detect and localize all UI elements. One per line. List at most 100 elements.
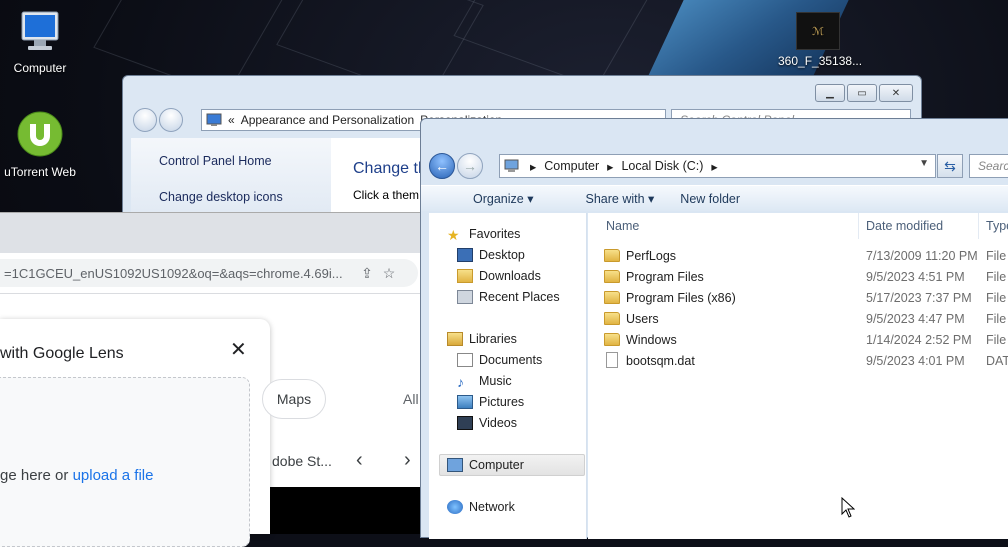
nav-documents[interactable]: Documents — [457, 353, 543, 367]
desktop-icon-image[interactable]: ℳ 360_F_35138... — [778, 12, 863, 68]
chrome-window[interactable]: =1C1GCEU_enUS1092US1092&oq=&aqs=chrome.4… — [0, 212, 422, 547]
row-date: 5/17/2023 7:37 PM — [866, 290, 972, 305]
link-control-panel-home[interactable]: Control Panel Home — [159, 154, 272, 168]
address-text[interactable]: =1C1GCEU_enUS1092US1092&oq=&aqs=chrome.4… — [4, 266, 356, 281]
column-header-name[interactable]: Name — [606, 219, 639, 233]
desktop-icon-label: uTorrent Web — [4, 165, 76, 179]
nav-downloads-label: Downloads — [479, 269, 541, 283]
close-icon: ✕ — [891, 87, 901, 99]
nav-videos[interactable]: Videos — [457, 416, 517, 430]
all-chip[interactable]: All — [403, 391, 419, 407]
close-icon[interactable]: ✕ — [230, 337, 247, 362]
organize-label: Organize — [473, 192, 524, 206]
explorer-window[interactable]: ← → ▸ Computer ▸ Local Disk (C:) ▸ ▼ ⇆ S… — [420, 118, 1008, 539]
chevron-right-icon[interactable]: ▸ — [530, 159, 536, 174]
nav-desktop[interactable]: Desktop — [457, 248, 525, 262]
google-lens-dialog: with Google Lens ✕ ge here or upload a f… — [0, 319, 270, 547]
row-name: Users — [626, 311, 659, 326]
row-name: Program Files (x86) — [626, 290, 736, 305]
chevron-right-icon[interactable]: ▸ — [711, 159, 717, 174]
lens-drop-zone[interactable] — [0, 377, 250, 547]
folder-icon — [604, 291, 620, 304]
forward-arrow-icon[interactable]: → — [457, 153, 483, 179]
row-type: File — [986, 332, 1007, 347]
share-icon[interactable]: ⇪ — [356, 265, 378, 282]
documents-icon — [457, 353, 473, 367]
explorer-nav-buttons: ← → — [429, 153, 483, 179]
forward-button[interactable] — [159, 108, 183, 132]
image-thumbnail-icon: ℳ — [796, 12, 840, 50]
nav-libraries[interactable]: Libraries — [447, 332, 517, 346]
chevron-right-icon[interactable]: › — [404, 449, 411, 472]
back-button[interactable] — [133, 108, 157, 132]
nav-pictures[interactable]: Pictures — [457, 395, 524, 409]
link-change-desktop-icons[interactable]: Change desktop icons — [159, 190, 283, 204]
upload-file-link[interactable]: upload a file — [73, 467, 154, 484]
share-with-label: Share with — [585, 192, 645, 206]
column-divider[interactable] — [978, 213, 979, 239]
desktop-icon — [457, 248, 473, 262]
control-panel-icon — [206, 113, 222, 126]
nav-recent-places[interactable]: Recent Places — [457, 290, 560, 304]
close-button[interactable]: ✕ — [879, 84, 913, 102]
chevron-down-icon[interactable]: ▼ — [919, 158, 929, 169]
table-row[interactable]: PerfLogs 7/13/2009 11:20 PM File — [604, 245, 1008, 266]
videos-icon — [457, 416, 473, 430]
row-type: File — [986, 248, 1007, 263]
column-header-date[interactable]: Date modified — [866, 219, 943, 233]
explorer-search-input[interactable]: Searc — [969, 154, 1008, 178]
column-divider[interactable] — [858, 213, 859, 239]
nav-music[interactable]: ♪ Music — [457, 374, 512, 390]
row-name: bootsqm.dat — [626, 353, 695, 368]
new-folder-button[interactable]: New folder — [680, 192, 740, 206]
cp-nav-buttons — [133, 108, 183, 132]
row-type: File — [986, 311, 1007, 326]
chrome-tab-strip — [0, 213, 422, 253]
computer-icon — [447, 458, 463, 472]
row-name: Windows — [626, 332, 677, 347]
desktop-icon-label: 360_F_35138... — [778, 54, 863, 68]
breadcrumb-local-disk[interactable]: Local Disk (C:) — [621, 159, 703, 173]
file-icon — [606, 352, 618, 368]
maps-chip[interactable]: Maps — [262, 379, 326, 419]
row-name: PerfLogs — [626, 248, 677, 263]
chrome-address-bar[interactable]: =1C1GCEU_enUS1092US1092&oq=&aqs=chrome.4… — [0, 259, 418, 287]
desktop-icon-utorrent[interactable]: uTorrent Web — [0, 110, 80, 179]
breadcrumb-appearance[interactable]: Appearance and Personalization — [241, 113, 414, 127]
organize-button[interactable]: Organize ▾ — [447, 191, 533, 206]
table-row[interactable]: Users 9/5/2023 4:47 PM File — [604, 308, 1008, 329]
share-with-button[interactable]: Share with ▾ — [559, 191, 654, 206]
desktop-icon-computer[interactable]: Computer — [0, 10, 80, 75]
media-region — [270, 487, 422, 534]
nav-documents-label: Documents — [479, 353, 543, 367]
carousel-item[interactable]: dobe St... — [272, 453, 332, 469]
minimize-button[interactable]: ▁ — [815, 84, 845, 102]
nav-computer-label: Computer — [469, 458, 524, 472]
table-row[interactable]: Windows 1/14/2024 2:52 PM File — [604, 329, 1008, 350]
nav-favorites[interactable]: ★ Favorites — [447, 227, 520, 243]
table-row[interactable]: bootsqm.dat 9/5/2023 4:01 PM DAT — [604, 350, 1008, 371]
folder-icon — [604, 249, 620, 262]
table-row[interactable]: Program Files 9/5/2023 4:51 PM File — [604, 266, 1008, 287]
back-arrow-icon[interactable]: ← — [429, 153, 455, 179]
explorer-address-bar[interactable]: ▸ Computer ▸ Local Disk (C:) ▸ ▼ — [499, 154, 936, 178]
nav-downloads[interactable]: Downloads — [457, 269, 541, 283]
nav-network-label: Network — [469, 500, 515, 514]
table-row[interactable]: Program Files (x86) 5/17/2023 7:37 PM Fi… — [604, 287, 1008, 308]
bookmark-star-icon[interactable]: ☆ — [378, 265, 400, 282]
chevron-right-icon[interactable]: ▸ — [607, 159, 613, 174]
maximize-icon: ▭ — [857, 87, 867, 99]
refresh-icon[interactable]: ⇆ — [937, 154, 963, 178]
minimize-icon: ▁ — [826, 87, 834, 99]
row-date: 9/5/2023 4:47 PM — [866, 311, 965, 326]
nav-computer[interactable]: Computer — [447, 458, 524, 472]
computer-icon — [504, 159, 519, 172]
maximize-button[interactable]: ▭ — [847, 84, 877, 102]
breadcrumb-computer[interactable]: Computer — [544, 159, 599, 173]
chevron-left-icon[interactable]: ‹ — [356, 449, 363, 472]
nav-network[interactable]: Network — [447, 500, 515, 514]
column-header-type[interactable]: Type — [986, 219, 1008, 233]
folder-icon — [604, 270, 620, 283]
computer-icon — [21, 11, 59, 50]
cp-subtext: Click a them — [353, 188, 420, 202]
